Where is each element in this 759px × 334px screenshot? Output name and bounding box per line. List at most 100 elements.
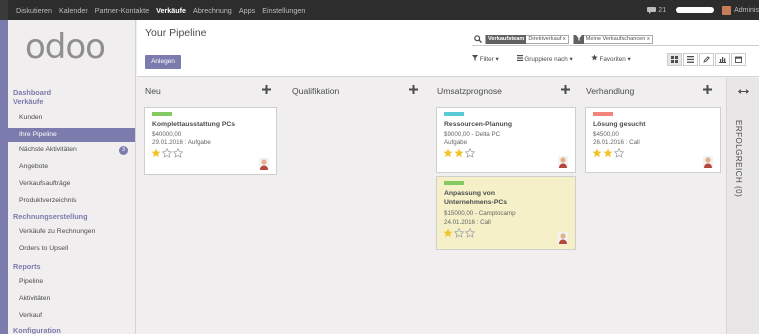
opportunity-card[interactable]: Anpassung von Unternehmens-PCs $15000,00… (436, 176, 576, 250)
star-filled-icon[interactable] (454, 148, 464, 158)
star-empty-icon[interactable] (614, 148, 624, 158)
graph-view-icon (719, 57, 726, 63)
calendar-view-button[interactable] (731, 53, 746, 66)
chat-button[interactable]: 21 (647, 6, 667, 14)
card-activity: 29.01.2016 : Aufgabe (152, 139, 211, 146)
sidebar-section-configuration: Konfiguration (13, 326, 61, 334)
card-title: Lösung gesucht (593, 121, 646, 128)
search-facet-my-opportunities[interactable]: Meine Verkaufschancen x (572, 34, 653, 44)
sidebar-item-report-sales[interactable]: Verkauf (8, 309, 135, 323)
sidebar-item-sales-orders[interactable]: Verkaufsaufträge (8, 177, 135, 191)
card-title: Anpassung von Unternehmens-PCs (444, 190, 508, 206)
menu-item-apps[interactable]: Apps (239, 6, 255, 15)
top-bar-right: 21 Adminis (647, 0, 759, 20)
menu-item-sales[interactable]: Verkäufe (156, 6, 186, 15)
add-card-icon[interactable] (409, 85, 418, 94)
sidebar-section-dashboard[interactable]: Dashboard (13, 88, 51, 97)
card-color-tag (444, 112, 464, 116)
menu-item-calendar[interactable]: Kalender (59, 6, 88, 15)
chat-count: 21 (658, 6, 667, 14)
priority-stars[interactable] (592, 148, 625, 158)
sidebar-item-products[interactable]: Produktverzeichnis (8, 194, 135, 208)
groupby-dropdown[interactable]: Gruppiere nach ▾ (516, 54, 582, 63)
form-view-button[interactable] (699, 53, 714, 66)
facet-value: Meine Verkaufschancen x (585, 35, 650, 42)
search-options: Filter ▾ Gruppiere nach ▾ Favoriten ▾ (472, 54, 649, 63)
star-empty-icon[interactable] (465, 148, 475, 158)
chat-icon (647, 6, 657, 14)
sidebar-item-activities[interactable]: Nächste Aktivitäten 3 (8, 143, 135, 157)
filter-dropdown[interactable]: Filter ▾ (472, 54, 508, 63)
sidebar-section-sales: Verkäufe (13, 97, 44, 106)
add-card-icon[interactable] (703, 85, 712, 94)
groupby-dropdown-label: Gruppiere nach ▾ (524, 55, 573, 63)
card-color-tag (444, 181, 464, 185)
sidebar-item-to-invoice[interactable]: Verkäufe zu Rechnungen (8, 225, 135, 239)
user-menu[interactable]: Adminis (722, 5, 759, 15)
kanban-column-new: Neu Komplettausstattung PCs $40000,00 29… (142, 78, 280, 334)
add-card-icon[interactable] (262, 85, 271, 94)
add-card-icon[interactable] (561, 85, 570, 94)
form-view-icon (703, 56, 710, 63)
kanban-board: Neu Komplettausstattung PCs $40000,00 29… (137, 78, 759, 334)
favorites-dropdown[interactable]: Favoriten ▾ (591, 54, 640, 63)
kanban-view-icon (671, 56, 678, 63)
search-bar[interactable]: Verkaufsteam Direktverkauf x Meine Verka… (472, 33, 759, 46)
card-activity: 26.01.2016 : Call (593, 139, 640, 146)
app-window: Diskutieren Kalender Partner-Kontakte Ve… (0, 0, 759, 334)
graph-view-button[interactable] (715, 53, 730, 66)
kanban-column-forecast: Umsatzprognose Ressourcen-Planung $9000,… (434, 78, 580, 334)
menu-item-invoicing[interactable]: Abrechnung (193, 6, 232, 15)
menu-item-discuss[interactable]: Diskutieren (16, 6, 52, 15)
star-icon (591, 54, 598, 61)
sidebar-item-activities-label: Nächste Aktivitäten (19, 146, 77, 153)
star-filled-icon[interactable] (592, 148, 602, 158)
salesperson-avatar (558, 156, 568, 168)
column-title: Verhandlung (586, 86, 635, 96)
priority-stars[interactable] (443, 228, 476, 238)
facet-value: Direktverkauf x (528, 35, 566, 42)
list-lines-icon (516, 54, 523, 61)
priority-stars[interactable] (151, 148, 184, 158)
star-filled-icon[interactable] (443, 228, 453, 238)
card-amount: $4500,00 (593, 131, 619, 138)
opportunity-card[interactable]: Komplettausstattung PCs $40000,00 29.01.… (144, 107, 277, 175)
priority-stars[interactable] (443, 148, 476, 158)
sidebar-item-report-pipeline[interactable]: Pipeline (8, 275, 135, 289)
sidebar-section-reports: Reports (13, 262, 41, 271)
menu-item-settings[interactable]: Einstellungen (262, 6, 305, 15)
filter-facet-icon (573, 34, 584, 44)
star-filled-icon[interactable] (443, 148, 453, 158)
kanban-view-button[interactable] (667, 53, 682, 66)
sidebar-item-report-activities[interactable]: Aktivitäten (8, 292, 135, 306)
star-filled-icon[interactable] (603, 148, 613, 158)
top-menu-bar: Diskutieren Kalender Partner-Kontakte Ve… (0, 0, 759, 20)
star-empty-icon[interactable] (173, 148, 183, 158)
salesperson-avatar (259, 158, 269, 170)
expand-arrows-icon[interactable] (738, 88, 749, 95)
star-filled-icon[interactable] (151, 148, 161, 158)
sidebar: odoo Dashboard Verkäufe Kunden Ihre Pipe… (8, 20, 136, 334)
card-amount: $40000,00 (152, 131, 182, 138)
list-view-icon (687, 56, 694, 63)
status-bar-indicator (676, 7, 715, 13)
facet-label: Verkaufsteam (486, 34, 527, 44)
star-empty-icon[interactable] (454, 228, 464, 238)
menu-item-contacts[interactable]: Partner-Kontakte (95, 6, 149, 15)
star-empty-icon[interactable] (465, 228, 475, 238)
kanban-column-won-folded[interactable]: ERFOLGREICH (0) (726, 78, 759, 334)
activities-count-badge: 3 (119, 146, 128, 155)
sidebar-item-quotations[interactable]: Angebote (8, 160, 135, 174)
kanban-column-qualification: Qualifikation (289, 78, 427, 334)
search-facet-sales-team[interactable]: Verkaufsteam Direktverkauf x (485, 34, 569, 44)
opportunity-card[interactable]: Lösung gesucht $4500,00 26.01.2016 : Cal… (585, 107, 721, 173)
star-empty-icon[interactable] (162, 148, 172, 158)
kanban-column-negotiation: Verhandlung Lösung gesucht $4500,00 26.0… (583, 78, 723, 334)
sidebar-item-pipeline[interactable]: Ihre Pipeline (8, 128, 135, 142)
sidebar-item-upsell[interactable]: Orders to Upsell (8, 242, 135, 256)
opportunity-card[interactable]: Ressourcen-Planung $9000,00 - Delta PC A… (436, 107, 576, 173)
sidebar-item-customers[interactable]: Kunden (8, 111, 135, 125)
column-title: Neu (145, 86, 161, 96)
list-view-button[interactable] (683, 53, 698, 66)
create-button[interactable]: Anlegen (145, 55, 181, 69)
